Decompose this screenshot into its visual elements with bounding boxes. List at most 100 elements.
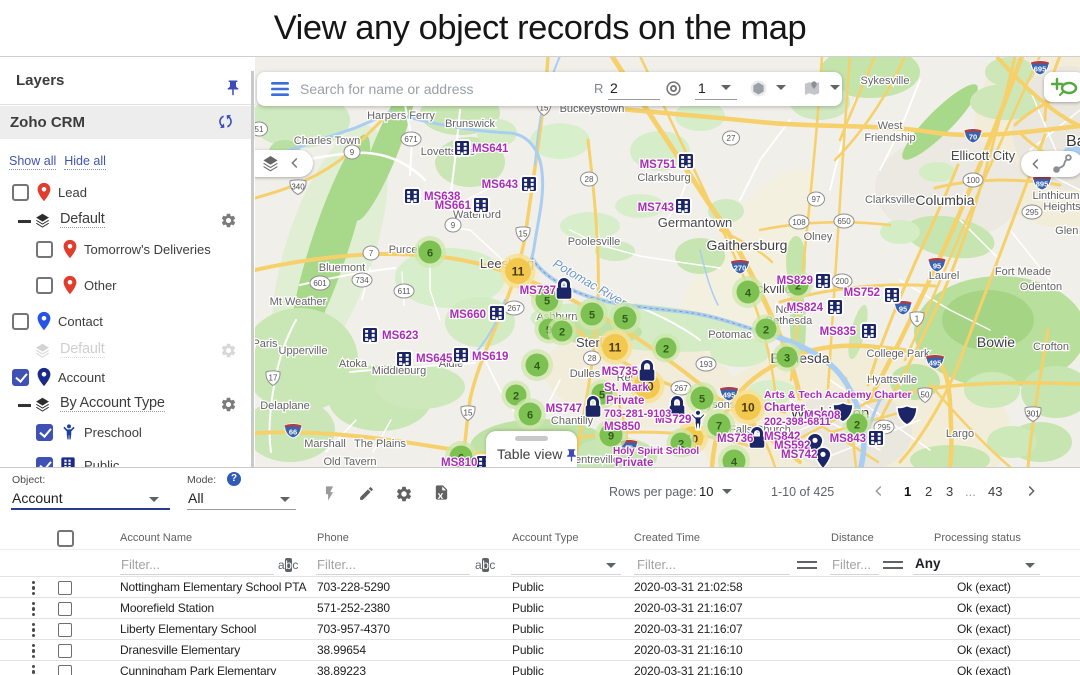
svg-text:15: 15: [519, 230, 528, 239]
svg-text:7: 7: [369, 249, 374, 258]
svg-text:734: 734: [355, 276, 369, 285]
svg-text:703-281-9103: 703-281-9103: [604, 408, 671, 420]
svg-text:Clarksburg: Clarksburg: [637, 172, 690, 184]
svg-text:MS660: MS660: [450, 309, 486, 321]
svg-text:5: 5: [622, 313, 628, 325]
svg-text:5: 5: [544, 295, 550, 307]
svg-text:671: 671: [404, 135, 418, 144]
svg-text:MS643: MS643: [482, 179, 518, 191]
svg-text:193: 193: [699, 360, 713, 369]
svg-text:1: 1: [915, 315, 920, 324]
svg-text:267: 267: [507, 304, 521, 313]
svg-text:Glen B: Glen B: [1055, 225, 1080, 237]
svg-text:MS735: MS735: [602, 366, 639, 378]
svg-text:Gaithersburg: Gaithersburg: [707, 237, 788, 253]
svg-text:7: 7: [716, 420, 722, 432]
svg-text:108: 108: [792, 218, 806, 227]
svg-text:Holy Spirit School: Holy Spirit School: [613, 446, 699, 457]
svg-text:MS645: MS645: [416, 353, 453, 365]
svg-text:267: 267: [674, 384, 688, 393]
svg-text:295: 295: [1025, 208, 1039, 217]
svg-text:202-398-6811: 202-398-6811: [764, 416, 831, 428]
svg-text:95: 95: [933, 262, 941, 271]
svg-text:MS850: MS850: [604, 421, 640, 433]
svg-text:200: 200: [835, 277, 849, 286]
svg-text:11: 11: [609, 341, 622, 355]
svg-text:MS751: MS751: [640, 159, 677, 171]
svg-text:95: 95: [899, 305, 907, 314]
svg-text:College Park: College Park: [867, 348, 930, 360]
svg-text:MS824: MS824: [787, 302, 824, 314]
svg-text:MS752: MS752: [844, 287, 880, 299]
svg-text:Bowie: Bowie: [977, 334, 1015, 350]
svg-text:St. Mark: St. Mark: [604, 382, 649, 394]
svg-text:Friendship: Friendship: [864, 132, 915, 144]
svg-text:Potomac: Potomac: [708, 329, 752, 341]
svg-text:Marshall: Marshall: [304, 438, 346, 450]
svg-text:495: 495: [929, 359, 942, 368]
svg-text:4: 4: [731, 456, 738, 467]
svg-text:270: 270: [734, 264, 747, 273]
svg-text:66: 66: [289, 428, 297, 437]
svg-text:28: 28: [585, 175, 594, 184]
svg-text:17: 17: [269, 374, 278, 383]
svg-text:Old Tavern: Old Tavern: [324, 456, 377, 467]
svg-text:27: 27: [727, 134, 736, 143]
svg-text:9: 9: [451, 221, 456, 230]
svg-text:Bluemont: Bluemont: [319, 262, 365, 274]
svg-text:MS829: MS829: [777, 275, 813, 287]
svg-text:2: 2: [763, 324, 769, 336]
svg-text:Charter: Charter: [764, 402, 805, 414]
svg-text:Baltimore: Baltimore: [1066, 133, 1080, 150]
svg-text:15: 15: [464, 409, 473, 418]
svg-text:The Plains: The Plains: [354, 438, 406, 450]
svg-text:Hyattsville: Hyattsville: [867, 374, 917, 386]
svg-text:Mt Weather: Mt Weather: [270, 296, 327, 308]
svg-text:Dulles: Dulles: [570, 368, 601, 380]
svg-text:6: 6: [427, 247, 433, 259]
svg-text:Atoka: Atoka: [339, 358, 368, 370]
svg-text:MS843: MS843: [830, 433, 866, 445]
svg-text:Olney: Olney: [804, 231, 833, 243]
svg-text:51: 51: [255, 125, 264, 134]
svg-text:5: 5: [699, 393, 705, 405]
svg-text:2: 2: [663, 343, 669, 355]
svg-text:9: 9: [350, 148, 355, 157]
svg-text:Paris: Paris: [255, 338, 278, 350]
svg-text:MS641: MS641: [472, 143, 509, 155]
svg-text:MS737: MS737: [520, 285, 556, 297]
svg-text:4: 4: [745, 287, 752, 299]
svg-text:West: West: [878, 120, 903, 132]
svg-text:28: 28: [588, 354, 597, 363]
svg-text:601: 601: [313, 279, 327, 288]
svg-text:70: 70: [969, 133, 977, 142]
svg-text:Odenton: Odenton: [1020, 281, 1062, 293]
svg-text:MS736: MS736: [717, 433, 753, 445]
svg-text:100: 100: [966, 176, 980, 185]
svg-text:340: 340: [291, 183, 305, 192]
svg-text:Germantown: Germantown: [658, 215, 732, 230]
svg-text:Brunswick: Brunswick: [445, 118, 496, 130]
svg-text:Private: Private: [606, 395, 644, 407]
svg-text:Sykesville: Sykesville: [861, 75, 910, 87]
svg-text:2: 2: [559, 326, 565, 338]
svg-text:MS743: MS743: [638, 202, 674, 214]
svg-text:301: 301: [1026, 410, 1040, 419]
svg-text:3: 3: [784, 352, 790, 364]
svg-text:Largo: Largo: [946, 428, 974, 440]
svg-text:MS661: MS661: [435, 200, 472, 212]
svg-text:Columbia: Columbia: [915, 192, 974, 208]
svg-text:Harpers Ferry: Harpers Ferry: [367, 110, 435, 122]
svg-text:4: 4: [534, 360, 541, 372]
svg-text:MS623: MS623: [382, 330, 418, 342]
svg-text:MS619: MS619: [472, 351, 508, 363]
svg-text:Heights: Heights: [1043, 201, 1080, 213]
svg-text:Arts & Tech Academy Charter: Arts & Tech Academy Charter: [764, 389, 912, 401]
svg-text:695: 695: [1034, 65, 1047, 74]
svg-text:Fort Meade: Fort Meade: [995, 266, 1051, 278]
svg-text:MS810: MS810: [441, 457, 477, 467]
svg-text:10: 10: [741, 401, 755, 415]
svg-text:MS742: MS742: [781, 449, 817, 461]
svg-text:2: 2: [513, 390, 519, 402]
svg-text:Ellicott City: Ellicott City: [951, 148, 1016, 163]
